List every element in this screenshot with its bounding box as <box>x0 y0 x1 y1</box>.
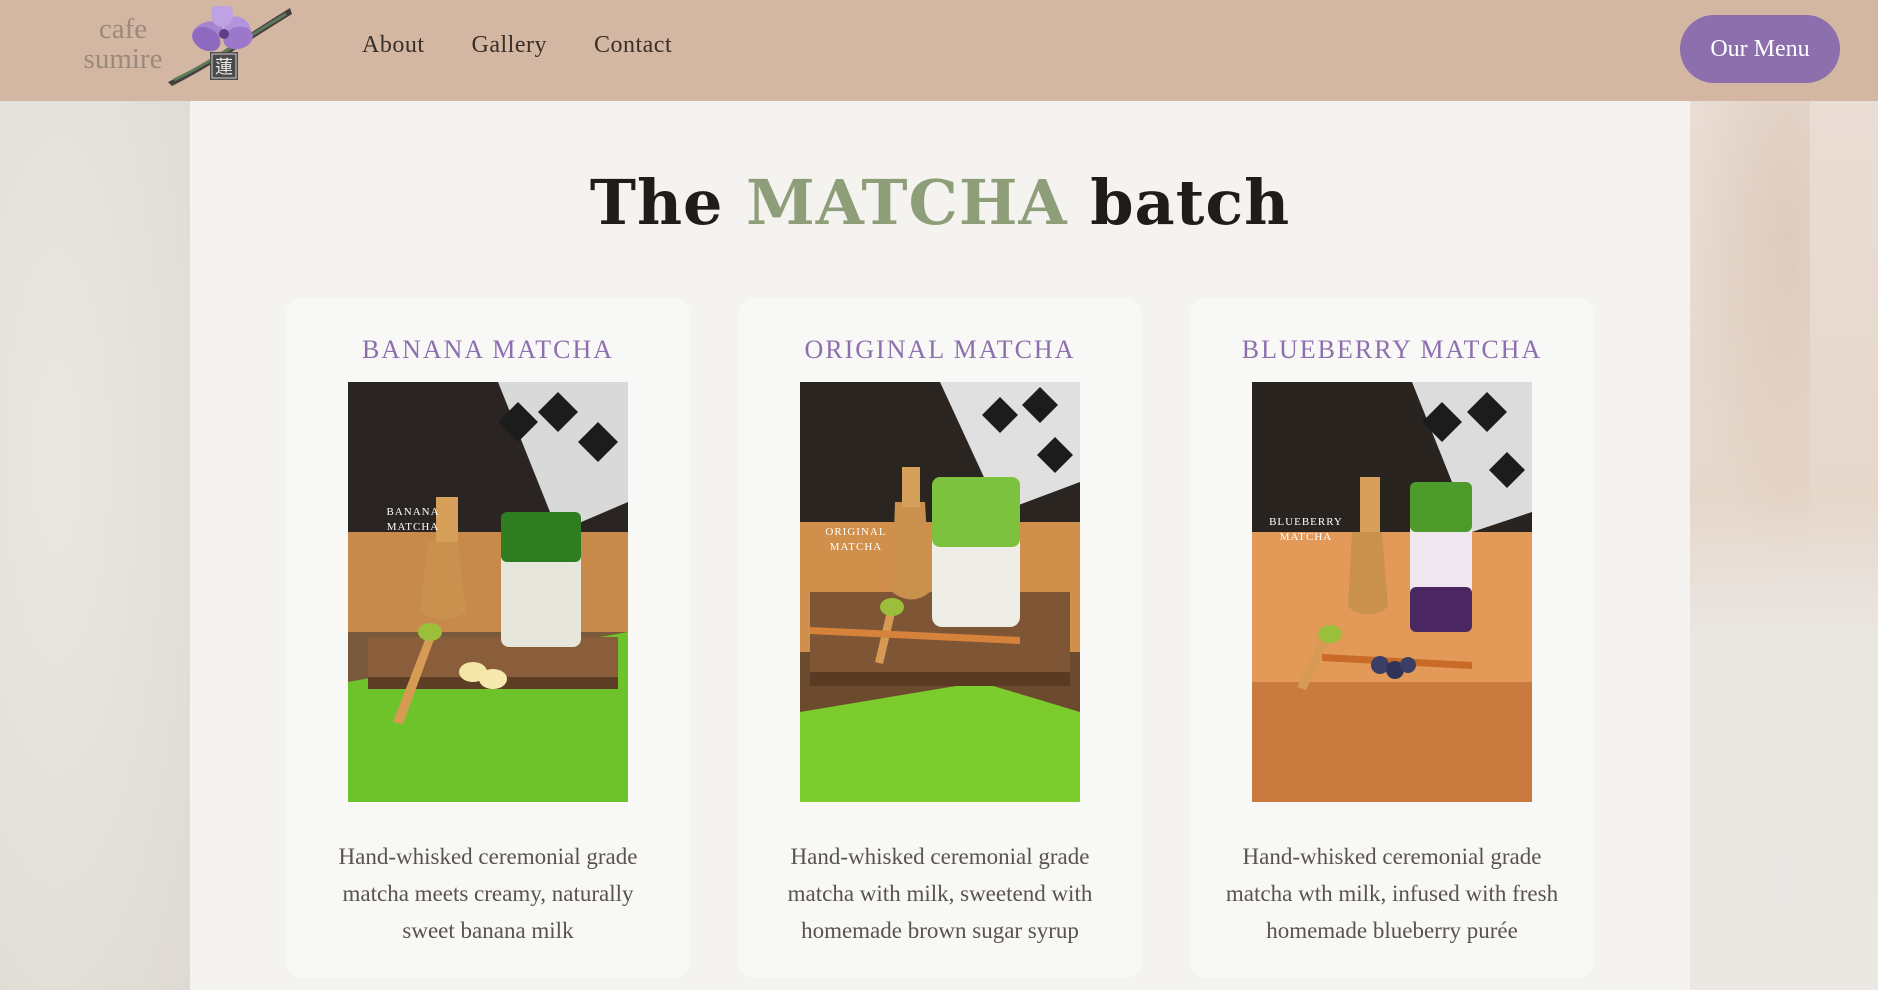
card-title: BLUEBERRY MATCHA <box>1241 335 1543 364</box>
background-left <box>0 100 190 990</box>
matcha-section: The MATCHA batch BANANA MATCHA BANANA MA… <box>190 101 1690 990</box>
card-title: ORIGINAL MATCHA <box>804 335 1076 364</box>
heading-suffix: batch <box>1090 166 1291 239</box>
original-matcha-photo: ORIGINAL MATCHA <box>800 382 1080 802</box>
nav-about[interactable]: About <box>362 32 425 59</box>
violet-flower-icon: 蓮 <box>168 6 292 86</box>
logo-text: cafe sumire <box>68 14 178 74</box>
main-nav: About Gallery Contact <box>362 32 672 59</box>
our-menu-button[interactable]: Our Menu <box>1680 15 1840 83</box>
logo[interactable]: cafe sumire 蓮 <box>60 6 292 90</box>
card-description: Hand-whisked ceremonial grade matcha mee… <box>338 844 638 943</box>
image-label-2: MATCHA <box>830 541 882 553</box>
menu-card-banana[interactable]: BANANA MATCHA BANANA MATCHA Hand-whisked… <box>286 298 690 978</box>
section-heading: The MATCHA batch <box>190 166 1690 239</box>
heading-highlight: MATCHA <box>746 166 1068 239</box>
banana-matcha-photo: BANANA MATCHA <box>348 382 628 802</box>
image-label-1: BANANA <box>386 506 439 518</box>
nav-contact[interactable]: Contact <box>594 32 672 59</box>
card-description: Hand-whisked ceremonial grade matcha wth… <box>1225 844 1559 943</box>
image-label-1: BLUEBERRY <box>1269 516 1343 528</box>
menu-card-original[interactable]: ORIGINAL MATCHA ORIGINAL MATCHA Hand-whi… <box>738 298 1142 978</box>
logo-line-2: sumire <box>83 43 163 75</box>
nav-gallery[interactable]: Gallery <box>472 32 547 59</box>
logo-line-1: cafe <box>98 13 148 45</box>
menu-card-blueberry[interactable]: BLUEBERRY MATCHA BLUEBERRY MATCHA Hand-w… <box>1190 298 1594 978</box>
image-label-2: MATCHA <box>1280 531 1332 543</box>
site-header: cafe sumire 蓮 About Gallery Contact Our … <box>0 0 1878 101</box>
blueberry-matcha-photo: BLUEBERRY MATCHA <box>1252 382 1532 802</box>
background-right <box>1690 100 1878 990</box>
card-description: Hand-whisked ceremonial grade matcha wit… <box>787 844 1093 943</box>
image-label-1: ORIGINAL <box>825 526 886 538</box>
heading-prefix: The <box>589 166 724 239</box>
image-label-2: MATCHA <box>387 521 439 533</box>
logo-kanji: 蓮 <box>215 57 233 78</box>
card-title: BANANA MATCHA <box>361 335 615 364</box>
